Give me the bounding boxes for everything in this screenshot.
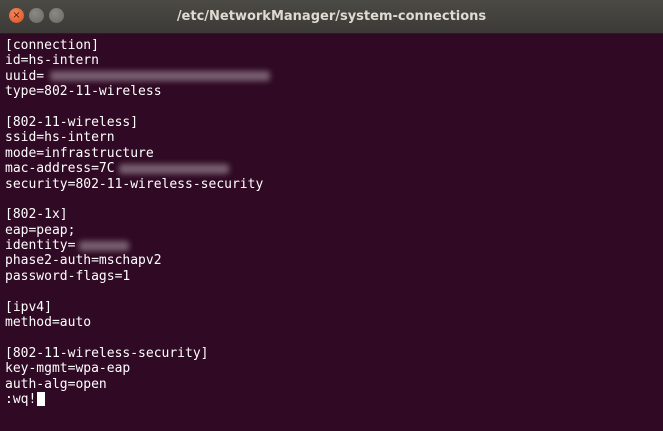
terminal-line: [802-11-wireless-security]	[5, 345, 209, 361]
terminal-content[interactable]: [connection] id=hs-intern uuid= type=802…	[5, 38, 660, 428]
mac-address-key: mac-address=7C	[5, 161, 115, 177]
terminal-line: uuid=	[5, 69, 660, 84]
terminal-line: [ipv4]	[5, 299, 52, 315]
terminal-line: security=802-11-wireless-security	[5, 176, 264, 192]
terminal-line: auth-alg=open	[5, 376, 107, 392]
terminal-line: phase2-auth=mschapv2	[5, 253, 162, 269]
terminal-line: [connection]	[5, 38, 99, 53]
text-cursor	[37, 392, 46, 407]
terminal-line: mode=infrastructure	[5, 145, 154, 161]
terminal-line: mac-address=7C	[5, 161, 660, 176]
terminal-line: method=auto	[5, 315, 92, 331]
terminal-line: identity=	[5, 238, 660, 253]
terminal-line: ssid=hs-intern	[5, 130, 115, 146]
redacted-identity	[79, 240, 130, 251]
terminal-line: [802-11-wireless]	[5, 114, 139, 130]
terminal-line: eap=peap;	[5, 222, 76, 238]
command-line[interactable]: :wq!	[5, 392, 660, 407]
terminal-line: type=802-11-wireless	[5, 84, 162, 100]
redacted-mac-address	[118, 163, 229, 174]
window-title: /etc/NetworkManager/system-connections	[176, 9, 487, 24]
terminal-line: id=hs-intern	[5, 53, 99, 69]
terminal-line: key-mgmt=wpa-eap	[5, 361, 131, 377]
terminal-line: password-flags=1	[5, 268, 131, 284]
redacted-uuid	[50, 71, 271, 82]
identity-key: identity=	[5, 238, 76, 254]
terminal-window: × /etc/NetworkManager/system-connections…	[0, 0, 663, 431]
terminal-line: [802-1x]	[5, 207, 68, 223]
vim-command: :wq!	[5, 391, 37, 407]
uuid-key: uuid=	[5, 68, 45, 84]
title-bar[interactable]: × /etc/NetworkManager/system-connections	[0, 0, 663, 34]
